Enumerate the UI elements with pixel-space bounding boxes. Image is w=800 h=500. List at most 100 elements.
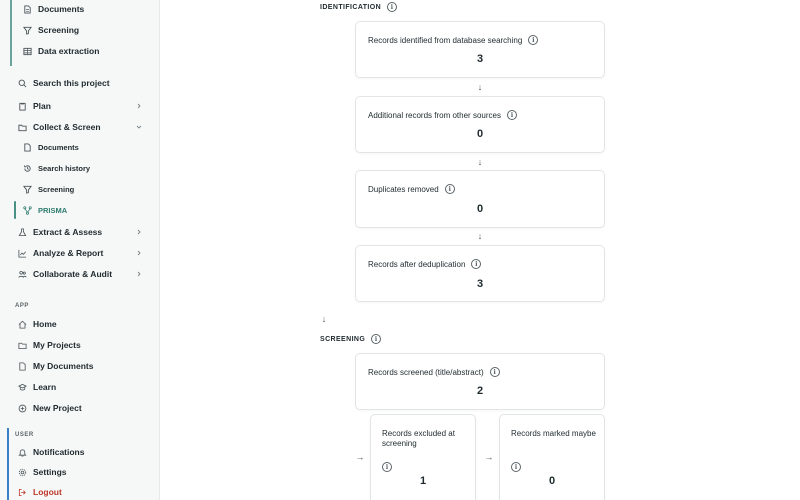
sidebar-item-label: Documents [38, 4, 85, 14]
folder-open-icon [17, 122, 27, 132]
app-section-label: APP [15, 303, 29, 309]
sidebar-item-label: Data extraction [38, 46, 100, 56]
user-section-label: USER [15, 432, 34, 438]
info-icon[interactable]: i [444, 184, 455, 194]
sidebar-item-label: Collect & Screen [33, 122, 101, 132]
card-duplicates-removed: Duplicates removed i 0 [355, 170, 605, 228]
sidebar-item-settings[interactable]: Settings [17, 467, 67, 477]
card-additional-records: Additional records from other sources i 0 [355, 96, 605, 153]
document-icon [22, 4, 32, 14]
history-icon [22, 163, 32, 173]
card-records-excluded: Records excluded at screening i 1 [370, 414, 476, 500]
home-icon [17, 319, 27, 329]
info-icon[interactable]: i [382, 462, 392, 473]
info-icon[interactable]: i [471, 259, 482, 269]
chevron-right-icon [136, 229, 142, 235]
sidebar-subitem-search-history[interactable]: Search history [22, 163, 90, 173]
arrow-right-icon: → [484, 452, 494, 462]
sidebar-item-data-extraction[interactable]: Data extraction [22, 46, 99, 56]
chevron-right-icon [136, 271, 142, 277]
sidebar-item-notifications[interactable]: Notifications [17, 447, 84, 457]
sidebar-item-my-projects[interactable]: My Projects [17, 340, 81, 350]
chevron-right-icon [136, 250, 142, 256]
users-icon [17, 269, 27, 279]
section-title-text: SCREENING [320, 335, 366, 343]
graduation-cap-icon [17, 382, 27, 392]
arrow-right-icon: → [355, 452, 365, 462]
card-records-after-dedup: Records after deduplication i 3 [355, 245, 605, 302]
sidebar-item-label: Analyze & Report [33, 248, 104, 258]
card-label: Duplicates removed i [368, 184, 455, 194]
card-label: Records excluded at screening [382, 429, 455, 448]
sidebar-subitem-screening[interactable]: Screening [22, 184, 74, 194]
card-value: 1 [419, 475, 427, 487]
sidebar-item-label: Search history [38, 163, 91, 173]
filter-icon [22, 25, 32, 35]
card-label: Records screened (title/abstract) i [368, 367, 500, 377]
arrow-down-icon: ↓ [477, 82, 483, 92]
sidebar-item-collaborate-audit[interactable]: Collaborate & Audit [17, 269, 112, 279]
screening-title: SCREENING i [320, 334, 382, 344]
info-icon[interactable]: i [489, 367, 500, 377]
sidebar-item-label: Extract & Assess [33, 227, 103, 237]
sidebar-item-label: My Documents [33, 361, 94, 371]
document-icon [17, 361, 27, 371]
sidebar: Documents Screening Data extraction Sear… [0, 0, 160, 500]
sidebar-subitem-documents[interactable]: Documents [22, 142, 79, 152]
sidebar-item-screening[interactable]: Screening [22, 25, 79, 35]
sidebar-item-learn[interactable]: Learn [17, 382, 56, 392]
card-label: Records identified from database searchi… [368, 35, 539, 45]
sidebar-item-documents[interactable]: Documents [22, 4, 84, 14]
info-icon[interactable]: i [387, 2, 398, 12]
sidebar-item-extract-assess[interactable]: Extract & Assess [17, 227, 102, 237]
card-value: 3 [476, 278, 484, 290]
table-icon [22, 46, 32, 56]
sidebar-item-analyze-report[interactable]: Analyze & Report [17, 248, 103, 258]
info-wrap: i [382, 456, 392, 474]
sidebar-subitem-prisma[interactable]: PRISMA [22, 205, 67, 215]
sidebar-item-my-documents[interactable]: My Documents [17, 361, 93, 371]
sidebar-search[interactable]: Search this project [17, 78, 110, 88]
plus-circle-icon [17, 403, 27, 413]
search-label: Search this project [33, 78, 110, 88]
sidebar-item-label: My Projects [33, 340, 81, 350]
card-label: Records marked maybe [511, 429, 596, 438]
sidebar-item-plan[interactable]: Plan [17, 101, 51, 111]
card-records-identified: Records identified from database searchi… [355, 21, 605, 78]
sidebar-item-home[interactable]: Home [17, 319, 57, 329]
search-icon [17, 78, 27, 88]
sidebar-item-label: Collaborate & Audit [33, 269, 113, 279]
flow-icon [22, 205, 32, 215]
info-icon[interactable]: i [528, 35, 539, 45]
sidebar-item-label: Home [33, 319, 57, 329]
info-icon[interactable]: i [511, 462, 521, 473]
card-label: Records after deduplication i [368, 259, 482, 269]
card-value: 2 [476, 385, 484, 397]
card-records-screened: Records screened (title/abstract) i 2 [355, 353, 605, 410]
card-label-text: Records identified from database searchi… [368, 35, 523, 45]
chevron-down-icon [136, 124, 142, 130]
card-value: 3 [476, 53, 484, 65]
card-label-text: Records after deduplication [368, 259, 466, 269]
card-records-maybe: Records marked maybe i 0 [499, 414, 605, 500]
sidebar-item-logout[interactable]: Logout [17, 487, 62, 497]
logout-icon [17, 487, 27, 497]
sidebar-item-label: New Project [33, 403, 82, 413]
sidebar-item-label: Screening [38, 184, 75, 194]
info-icon[interactable]: i [506, 110, 517, 120]
sidebar-item-collect-screen[interactable]: Collect & Screen [17, 122, 101, 132]
card-label-text: Duplicates removed [368, 184, 439, 194]
identification-title: IDENTIFICATION i [320, 2, 398, 12]
chart-line-icon [17, 248, 27, 258]
active-indicator [14, 201, 16, 219]
info-wrap: i [511, 456, 521, 474]
document-icon [22, 142, 32, 152]
sidebar-item-new-project[interactable]: New Project [17, 403, 82, 413]
card-label-text: Additional records from other sources [368, 110, 501, 120]
filter-icon [22, 184, 32, 194]
info-icon[interactable]: i [371, 334, 382, 344]
card-value: 0 [476, 203, 484, 215]
card-label: Additional records from other sources i [368, 110, 517, 120]
gear-icon [17, 467, 27, 477]
sidebar-item-label: Settings [33, 467, 67, 477]
